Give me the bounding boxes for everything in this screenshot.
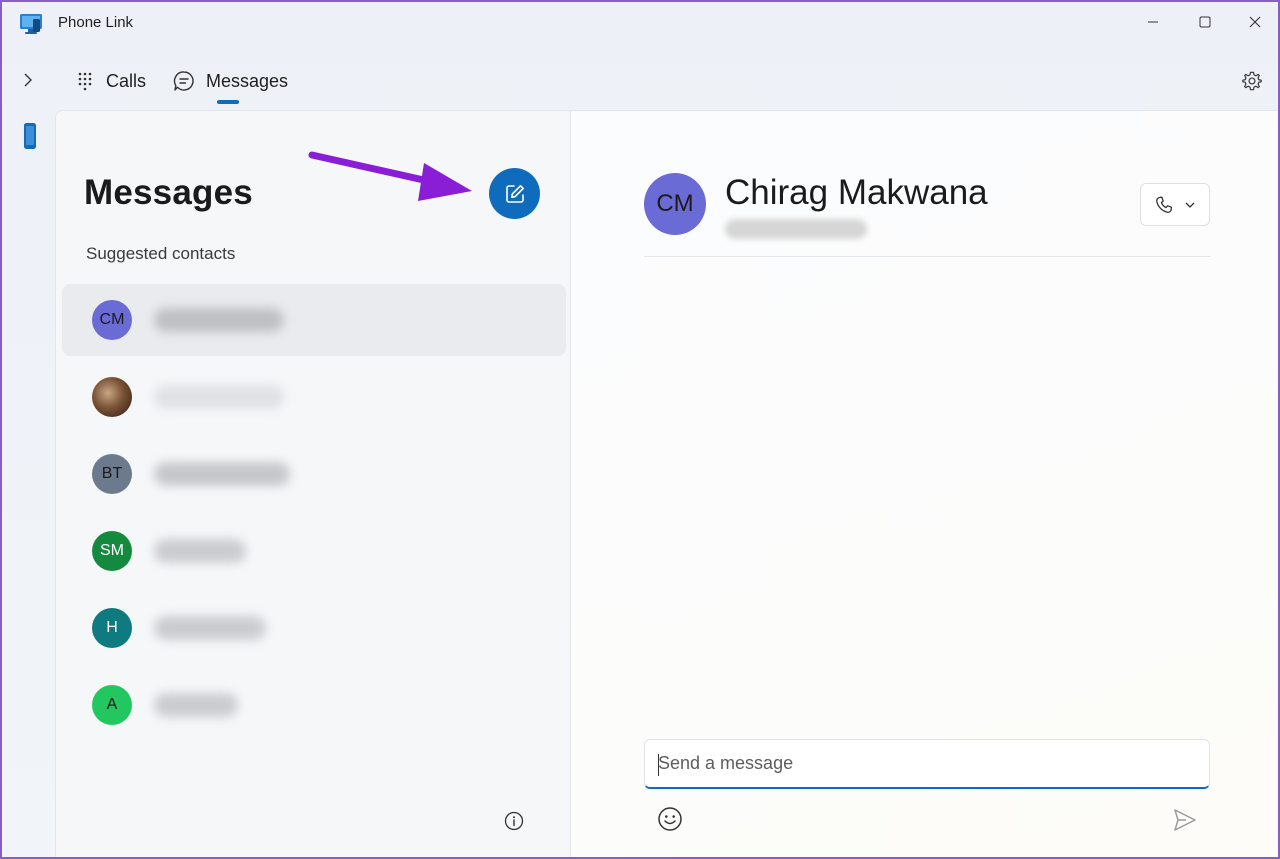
info-button[interactable] — [502, 809, 526, 833]
app-title: Phone Link — [58, 14, 134, 31]
contact-item[interactable]: SM — [62, 515, 566, 587]
contact-item[interactable]: A — [62, 669, 566, 741]
suggested-contacts-label: Suggested contacts — [86, 244, 236, 263]
tab-messages-label: Messages — [206, 70, 289, 91]
contact-item[interactable]: CM — [62, 284, 566, 356]
info-icon — [504, 811, 524, 831]
content-area: Messages Suggested contacts CM BT SM H A… — [55, 110, 1278, 857]
messages-heading: Messages — [84, 173, 253, 212]
contact-name-redacted — [154, 616, 266, 640]
chevron-right-icon — [24, 73, 32, 87]
new-message-button[interactable] — [489, 168, 540, 219]
phone-device-icon — [24, 123, 36, 149]
phone-call-icon — [1156, 196, 1173, 213]
send-button[interactable] — [1170, 805, 1200, 835]
tab-messages[interactable]: Messages — [172, 64, 288, 98]
connected-phone-button[interactable] — [20, 120, 40, 152]
conversation-contact-name: Chirag Makwana — [725, 173, 988, 212]
close-icon — [1249, 16, 1261, 28]
text-caret — [658, 754, 659, 776]
send-icon — [1174, 809, 1196, 831]
conversation-contact-number-redacted — [725, 219, 867, 239]
selected-tab-indicator — [217, 100, 239, 104]
maximize-icon — [1199, 16, 1211, 28]
annotation-arrow — [308, 151, 472, 201]
compose-icon — [505, 184, 524, 203]
minimize-button[interactable] — [1130, 6, 1176, 38]
expand-sidebar-button[interactable] — [14, 66, 42, 94]
emoji-icon — [658, 807, 682, 831]
contact-avatar: CM — [92, 300, 132, 340]
contact-name-redacted — [154, 693, 238, 717]
contact-name-redacted — [154, 308, 284, 332]
contact-name-redacted — [154, 539, 246, 563]
title-bar: Phone Link — [2, 2, 1278, 42]
contact-avatar: H — [92, 608, 132, 648]
phone-link-app-icon — [20, 14, 42, 34]
chevron-down-icon — [1185, 202, 1195, 208]
close-button[interactable] — [1232, 6, 1278, 38]
messages-list-panel: Messages Suggested contacts CM BT SM H A — [56, 111, 571, 857]
contact-item[interactable]: BT — [62, 438, 566, 510]
conversation-panel: CM Chirag Makwana — [572, 111, 1278, 857]
contact-name-redacted — [154, 385, 284, 409]
maximize-button[interactable] — [1182, 6, 1228, 38]
minimize-icon — [1148, 21, 1158, 23]
tab-calls-label: Calls — [106, 70, 147, 91]
settings-button[interactable] — [1236, 65, 1268, 97]
chat-bubble-icon — [173, 71, 194, 91]
message-input-container — [644, 739, 1210, 789]
tab-calls[interactable]: Calls — [74, 64, 146, 98]
contact-avatar: A — [92, 685, 132, 725]
conversation-avatar: CM — [644, 173, 706, 235]
contact-avatar: SM — [92, 531, 132, 571]
contact-photo-avatar — [92, 377, 132, 417]
contact-item[interactable] — [62, 361, 566, 433]
call-button[interactable] — [1140, 183, 1210, 226]
contact-name-redacted — [154, 462, 290, 486]
gear-icon — [1242, 71, 1262, 91]
emoji-button[interactable] — [656, 805, 684, 833]
dialpad-icon — [78, 72, 92, 91]
contact-avatar: BT — [92, 454, 132, 494]
phone-link-window: Phone Link Calls Messages Messages Sugge… — [0, 0, 1280, 859]
header-divider — [644, 256, 1211, 257]
message-input[interactable] — [645, 740, 1209, 787]
contact-item[interactable]: H — [62, 592, 566, 664]
